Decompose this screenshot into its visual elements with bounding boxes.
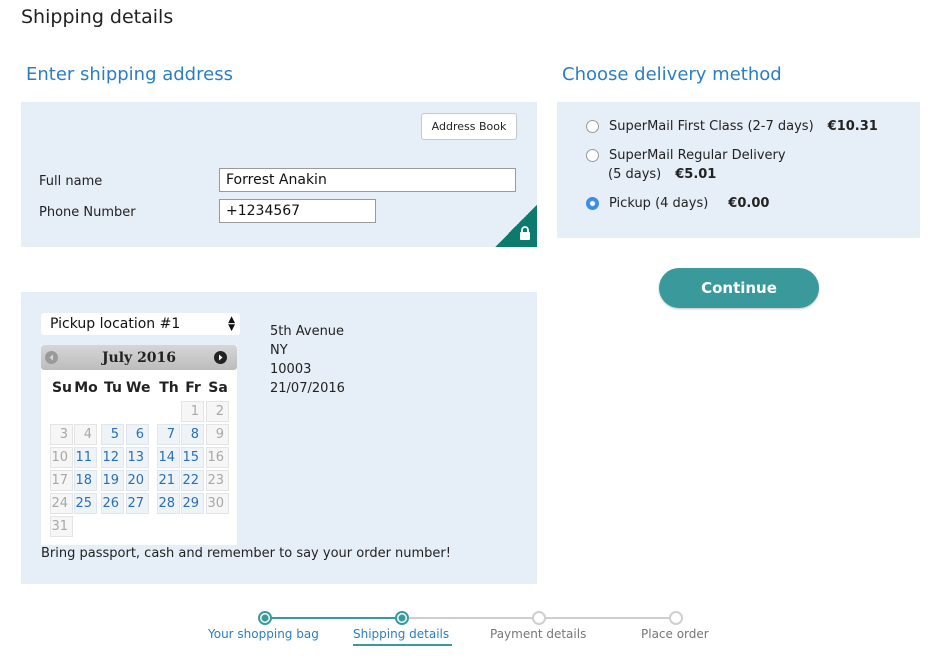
calendar-header: July 2016 (41, 345, 237, 370)
delivery-option-price: €0.00 (728, 196, 770, 211)
calendar-day[interactable]: 11 (74, 447, 97, 468)
date-picker-calendar: July 2016 Su Mo Tu We Th Fr Sa 1 2 3 4 5 6 7 8 9 10 11 12 1… (41, 345, 237, 545)
calendar-day[interactable]: 7 (157, 424, 180, 445)
calendar-day: 23 (206, 470, 229, 491)
delivery-option-regular[interactable]: SuperMail Regular Delivery (586, 148, 786, 163)
weekday-header: Su (51, 380, 73, 396)
delivery-section-title: Choose delivery method (562, 64, 782, 85)
calendar-day[interactable]: 5 (101, 424, 124, 445)
select-arrows-icon: ▲ ▼ (228, 315, 235, 333)
weekday-header: We (126, 380, 151, 396)
step-dot-payment-details (532, 611, 546, 625)
calendar-day: 1 (181, 401, 204, 422)
calendar-day[interactable]: 12 (101, 447, 124, 468)
pickup-note: Bring passport, cash and remember to say… (41, 546, 451, 561)
full-name-label: Full name (39, 174, 103, 189)
step-dot-shopping-bag[interactable] (258, 611, 272, 625)
calendar-day: 9 (206, 424, 229, 445)
calendar-day[interactable]: 13 (126, 447, 149, 468)
weekday-header: Sa (208, 380, 228, 396)
calendar-day: 31 (50, 516, 73, 537)
calendar-month-label: July 2016 (101, 349, 177, 366)
weekday-header: Fr (185, 380, 201, 396)
step-dot-shipping-details[interactable] (395, 611, 409, 625)
weekday-header: Th (159, 380, 179, 396)
calendar-day: 16 (206, 447, 229, 468)
step-label-payment-details: Payment details (490, 627, 587, 641)
calendar-day: 30 (206, 493, 229, 514)
calendar-day[interactable]: 15 (181, 447, 204, 468)
page-title: Shipping details (21, 6, 174, 28)
step-dot-place-order (669, 611, 683, 625)
full-name-input[interactable] (219, 168, 516, 192)
pickup-address-line: 5th Avenue (270, 324, 345, 339)
pickup-address-line: 10003 (270, 362, 312, 377)
radio-button[interactable] (586, 149, 599, 162)
phone-number-label: Phone Number (39, 205, 136, 220)
delivery-option-label: Pickup (4 days) (609, 196, 709, 211)
calendar-day[interactable]: 20 (126, 470, 149, 491)
delivery-option-price: €5.01 (675, 167, 717, 182)
address-book-button[interactable]: Address Book (421, 113, 517, 140)
step-connector (539, 617, 676, 619)
prev-month-icon[interactable] (45, 351, 58, 364)
calendar-day: 24 (50, 493, 73, 514)
delivery-option-price: €10.31 (827, 119, 878, 134)
calendar-day[interactable]: 8 (181, 424, 204, 445)
address-section-title: Enter shipping address (26, 64, 233, 85)
calendar-day[interactable]: 6 (126, 424, 149, 445)
calendar-day: 3 (50, 424, 73, 445)
calendar-day[interactable]: 22 (181, 470, 204, 491)
radio-button[interactable] (586, 120, 599, 133)
next-month-icon[interactable] (214, 351, 227, 364)
calendar-day[interactable]: 26 (101, 493, 124, 514)
calendar-day[interactable]: 18 (74, 470, 97, 491)
calendar-day[interactable]: 19 (101, 470, 124, 491)
step-connector (265, 617, 402, 619)
pickup-date: 21/07/2016 (270, 381, 345, 396)
pickup-address-line: NY (270, 343, 288, 358)
delivery-option-label-line2: (5 days) (608, 167, 662, 182)
radio-button-selected[interactable] (586, 197, 599, 210)
calendar-day[interactable]: 27 (126, 493, 149, 514)
lock-icon (520, 226, 530, 240)
weekday-header: Mo (74, 380, 98, 396)
step-connector (402, 617, 539, 619)
calendar-day[interactable]: 25 (74, 493, 97, 514)
calendar-day[interactable]: 28 (157, 493, 180, 514)
delivery-option-label: SuperMail Regular Delivery (609, 148, 786, 163)
delivery-option-first-class[interactable]: SuperMail First Class (2-7 days) €10.31 (586, 119, 878, 134)
weekday-header: Tu (104, 380, 122, 396)
current-step-underline (353, 644, 452, 646)
delivery-option-pickup[interactable]: Pickup (4 days) €0.00 (586, 196, 769, 211)
delivery-option-label: SuperMail First Class (2-7 days) (609, 119, 814, 134)
step-label-shopping-bag[interactable]: Your shopping bag (208, 627, 319, 641)
step-label-place-order: Place order (641, 627, 709, 641)
phone-number-input[interactable] (219, 199, 376, 223)
calendar-day[interactable]: 14 (157, 447, 180, 468)
pickup-location-select[interactable]: Pickup location #1 ▲ ▼ (41, 313, 240, 335)
calendar-day: 10 (50, 447, 73, 468)
calendar-day: 4 (74, 424, 97, 445)
step-label-shipping-details[interactable]: Shipping details (353, 627, 449, 641)
calendar-day[interactable]: 21 (157, 470, 180, 491)
calendar-day: 2 (206, 401, 229, 422)
calendar-day[interactable]: 29 (181, 493, 204, 514)
pickup-location-value: Pickup location #1 (50, 316, 181, 332)
continue-button[interactable]: Continue (659, 268, 819, 308)
delivery-option-regular-line2: (5 days) €5.01 (608, 167, 716, 182)
calendar-day: 17 (50, 470, 73, 491)
